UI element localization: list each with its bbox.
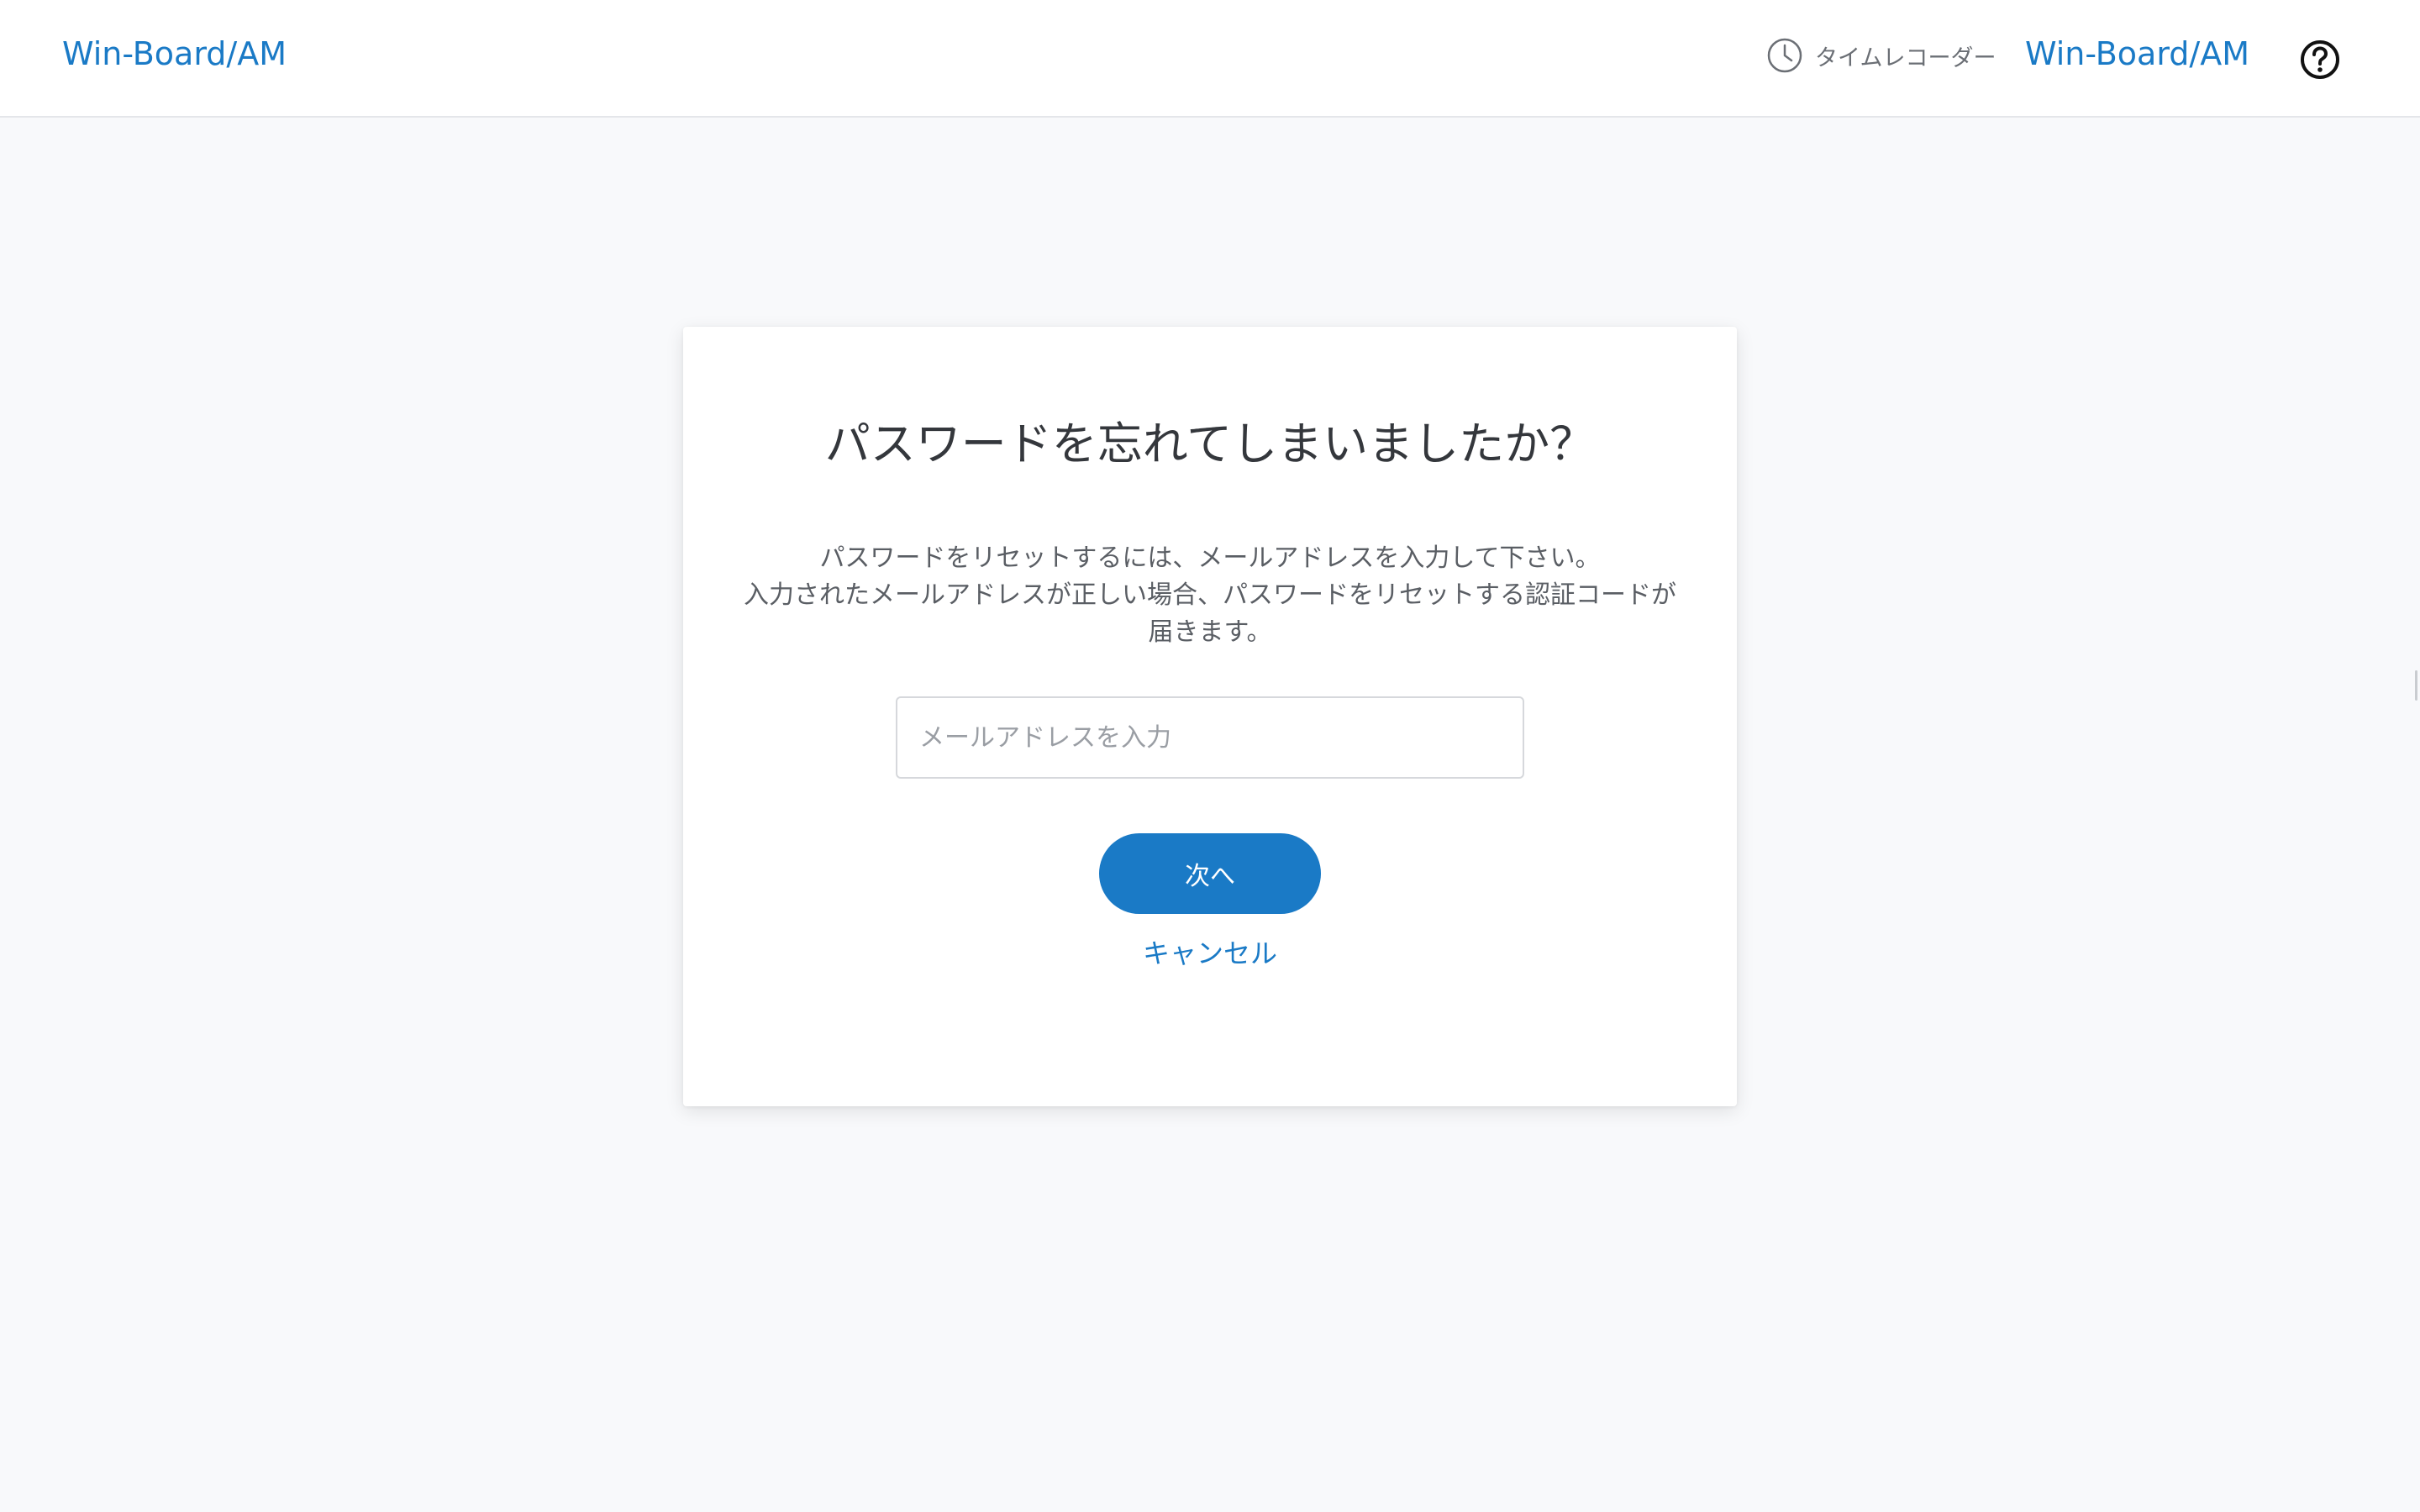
time-recorder-label: タイムレコーダー [1815, 45, 1996, 71]
scroll-edge-marker [2415, 670, 2417, 701]
logo-link-left[interactable]: Win-Board/AM [62, 34, 287, 74]
page-title: パスワードを忘れてしまいましたか？ [824, 417, 1596, 470]
password-reset-card: パスワードを忘れてしまいましたか？ パスワードをリセットするには、メールアドレス… [683, 327, 1737, 1106]
top-header: Win-Board/AM タイムレコーダー Win-Board/AM [0, 0, 2420, 118]
instructions-line-3: 届きます。 [1148, 617, 1272, 647]
email-input[interactable] [896, 696, 1524, 779]
instructions-text: パスワードをリセットするには、メールアドレスを入力して下さい。 入力されたメール… [725, 540, 1695, 651]
help-button[interactable] [2299, 39, 2341, 81]
instructions-line-2: 入力されたメールアドレスが正しい場合、パスワードをリセットする認証コードが [744, 580, 1676, 610]
clock-icon [1766, 37, 1803, 74]
next-button[interactable]: 次へ [1099, 833, 1321, 914]
logo-link-right[interactable]: Win-Board/AM [2025, 34, 2249, 74]
instructions-line-1: パスワードをリセットするには、メールアドレスを入力して下さい。 [819, 543, 1601, 573]
cancel-link[interactable]: キャンセル [683, 935, 1737, 972]
time-recorder-link[interactable]: タイムレコーダー [1766, 35, 1996, 76]
help-circle-icon [2299, 40, 2341, 84]
